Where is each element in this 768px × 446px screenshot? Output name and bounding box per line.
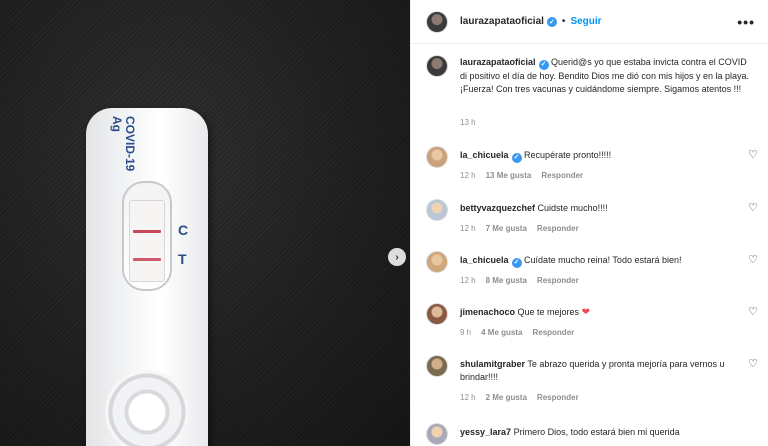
comment-item: shulamitgraber Te abrazo querida y pront… [426,355,768,405]
comment-meta: 12 h 7 Me gusta Responder [460,224,579,233]
control-line [133,230,161,233]
commenter-avatar[interactable] [426,146,448,168]
comment-text: jimenachoco Que te mejores ❤ [460,306,735,320]
commenter-avatar[interactable] [426,251,448,273]
comment-meta: 12 h 8 Me gusta Responder [460,276,579,285]
comment-time: 12 h [460,393,476,402]
comment-username[interactable]: la_chicuela [460,255,509,265]
comment-text: yessy_lara7 Primero Dios, todo estará bi… [460,426,735,439]
test-line [133,258,161,261]
commenter-avatar[interactable] [426,423,448,445]
sample-well [105,370,189,446]
comment-meta: 12 h 2 Me gusta Responder [460,393,579,402]
heart-icon[interactable]: ♡ [747,306,759,318]
comment-likes[interactable]: 8 Me gusta [486,276,527,285]
reply-button[interactable]: Responder [541,171,583,180]
comment-time: 12 h [460,171,476,180]
comments-panel: laurazapataoficial ✓ • Seguir ••• lauraz… [410,0,768,446]
post-photo[interactable]: COVID-19 Ag C T › [0,0,410,446]
comment-username[interactable]: bettyvazquezchef [460,203,535,213]
header-separator: • [561,16,566,27]
verified-badge-icon: ✓ [511,153,522,164]
commenter-avatar[interactable] [426,199,448,221]
verified-badge-icon: ✓ [538,60,549,71]
comment-likes[interactable]: 13 Me gusta [486,171,532,180]
comment-username[interactable]: shulamitgraber [460,359,525,369]
comment-item: la_chicuela ✓ Recupérate pronto!!!!! 12 h… [426,146,768,196]
test-strip [129,200,165,282]
comment-body: Que te mejores [517,307,580,317]
comment-time: 12 h [460,276,476,285]
comment-text: la_chicuela ✓ Cuídate mucho reina! Todo e… [460,254,735,269]
comment-meta: 12 h 13 Me gusta Responder [460,171,583,180]
caption-time: 13 h [460,118,476,127]
test-brand-line1: COVID-19 [123,116,137,172]
reply-button[interactable]: Responder [537,276,579,285]
caption-username[interactable]: laurazapataoficial [460,57,536,67]
heart-icon[interactable]: ♡ [747,149,759,161]
caption-avatar[interactable] [426,55,448,77]
heart-icon[interactable]: ♡ [747,358,759,370]
comment-time: 9 h [460,328,472,337]
comment-text: shulamitgraber Te abrazo querida y pront… [460,358,735,383]
comment-item: la_chicuela ✓ Cuídate mucho reina! Todo e… [426,251,768,301]
comment-body: Cuídate mucho reina! Todo estará bien! [524,255,682,265]
comment-likes[interactable]: 4 Me gusta [481,328,522,337]
commenter-avatar[interactable] [426,355,448,377]
control-mark: C [178,222,189,238]
author-avatar[interactable] [426,10,448,33]
comment-item: bettyvazquezchef Cuidste mucho!!!! 12 h … [426,199,768,249]
next-image-button[interactable]: › [388,248,406,266]
reply-button[interactable]: Responder [537,224,579,233]
comment-body: Cuidste mucho!!!! [537,203,608,213]
covid-test-cassette: COVID-19 Ag C T [86,108,208,446]
comment-text: bettyvazquezchef Cuidste mucho!!!! [460,202,735,215]
post-header: laurazapataoficial ✓ • Seguir ••• [411,0,768,44]
comment-likes[interactable]: 7 Me gusta [486,224,527,233]
follow-button[interactable]: Seguir [570,16,601,27]
comment-text: la_chicuela ✓ Recupérate pronto!!!!! [460,149,735,164]
chevron-right-icon: › [395,251,399,263]
comment-username[interactable]: yessy_lara7 [460,427,511,437]
comment-item: jimenachoco Que te mejores ❤ 9 h 4 Me gu… [426,303,768,353]
heart-icon[interactable]: ♡ [747,202,759,214]
comment-username[interactable]: jimenachoco [460,307,515,317]
test-brand-line2: Ag [110,116,124,132]
test-mark: T [178,251,187,267]
reply-button[interactable]: Responder [537,393,579,402]
caption-text: laurazapataoficial ✓ Querid@s yo que esta… [460,56,755,95]
comment-meta: 9 h 4 Me gusta Responder [460,328,574,337]
verified-badge-icon: ✓ [546,16,557,27]
heart-icon[interactable]: ♡ [747,254,759,266]
comment-time: 12 h [460,224,476,233]
comment-item: yessy_lara7 Primero Dios, todo estará bi… [426,423,768,446]
test-brand-label: COVID-19 Ag [96,116,137,186]
comment-likes[interactable]: 2 Me gusta [486,393,527,402]
verified-badge-icon: ✓ [511,258,522,269]
reply-button[interactable]: Responder [532,328,574,337]
more-options-icon[interactable]: ••• [737,14,755,30]
comment-body: Primero Dios, todo estará bien mi querid… [513,427,680,437]
commenter-avatar[interactable] [426,303,448,325]
author-username[interactable]: laurazapataoficial [460,16,544,27]
comment-body: Recupérate pronto!!!!! [524,150,612,160]
comment-username[interactable]: la_chicuela [460,150,509,160]
red-heart-emoji-icon: ❤ [581,307,590,318]
